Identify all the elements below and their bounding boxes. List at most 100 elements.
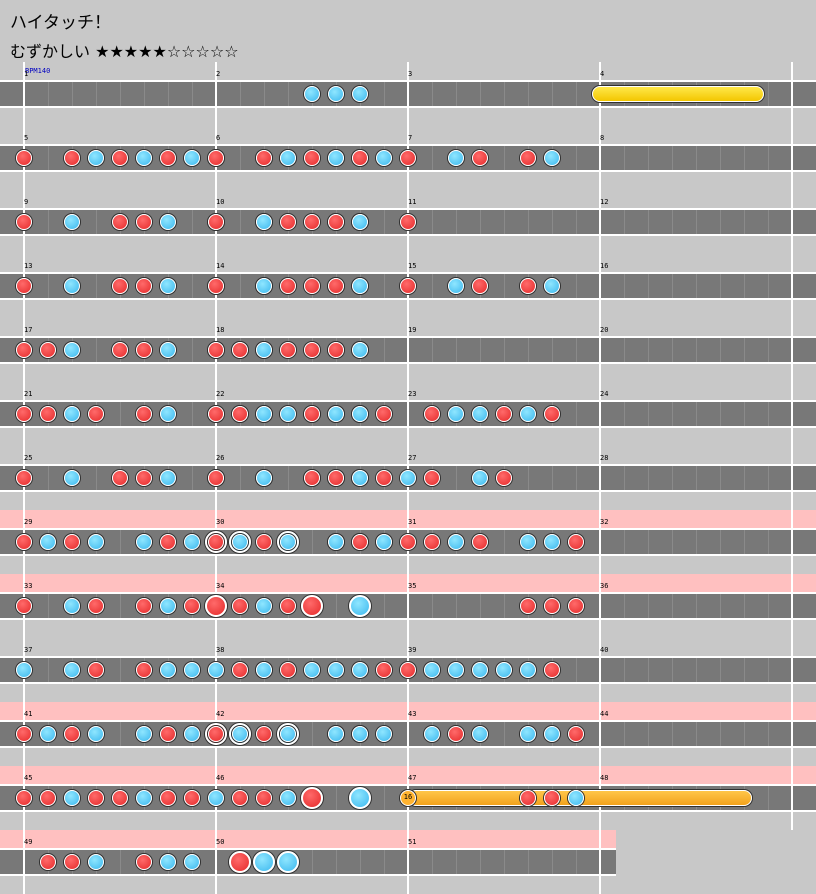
beat-line	[768, 338, 769, 362]
ka-note	[136, 150, 152, 166]
beat-line	[672, 530, 673, 554]
big-don-note	[229, 851, 251, 873]
ka-note	[280, 726, 296, 742]
ka-note	[136, 790, 152, 806]
beat-line	[720, 146, 721, 170]
don-note	[424, 470, 440, 486]
beat-line	[720, 530, 721, 554]
beat-line	[120, 402, 121, 426]
ka-note	[136, 726, 152, 742]
don-note	[256, 726, 272, 742]
ka-note	[64, 342, 80, 358]
ka-note	[208, 662, 224, 678]
measure-number: 41	[24, 710, 33, 718]
beat-line	[624, 594, 625, 618]
ka-note	[304, 662, 320, 678]
don-note	[544, 406, 560, 422]
beat-line	[696, 466, 697, 490]
measure-number: 12	[600, 198, 609, 206]
don-note	[256, 534, 272, 550]
beat-line	[528, 210, 529, 234]
don-note	[544, 790, 560, 806]
big-ka-note	[349, 595, 371, 617]
don-note	[304, 150, 320, 166]
beat-line	[528, 850, 529, 874]
beat-line	[672, 466, 673, 490]
don-note	[112, 214, 128, 230]
measure-number: 22	[216, 390, 225, 398]
ka-note	[184, 534, 200, 550]
beat-line	[504, 146, 505, 170]
beat-line	[48, 466, 49, 490]
beat-line	[720, 722, 721, 746]
don-note	[208, 406, 224, 422]
chart-row: 25 26 27 28	[0, 446, 816, 510]
don-note	[472, 278, 488, 294]
don-note	[568, 534, 584, 550]
beat-line	[624, 274, 625, 298]
don-note	[280, 662, 296, 678]
ka-note	[64, 790, 80, 806]
beat-line	[648, 210, 649, 234]
don-note	[376, 470, 392, 486]
ka-note	[88, 726, 104, 742]
beat-line	[96, 274, 97, 298]
beat-line	[528, 82, 529, 106]
beat-line	[240, 146, 241, 170]
ka-note	[376, 726, 392, 742]
beat-line	[744, 466, 745, 490]
beat-line	[552, 466, 553, 490]
measure-number: 44	[600, 710, 609, 718]
beat-line	[696, 530, 697, 554]
chart-row: 5 6 7 8	[0, 126, 816, 190]
don-note	[568, 598, 584, 614]
don-note	[112, 790, 128, 806]
measure-number: 5	[24, 134, 29, 142]
beat-line	[720, 658, 721, 682]
beat-line	[744, 146, 745, 170]
beat-line	[336, 850, 337, 874]
beat-line	[192, 274, 193, 298]
beat-line	[120, 82, 121, 106]
beat-line	[624, 338, 625, 362]
don-note	[328, 278, 344, 294]
beat-line	[624, 466, 625, 490]
beat-line	[768, 530, 769, 554]
beat-line	[720, 210, 721, 234]
ka-note	[544, 150, 560, 166]
don-note	[232, 598, 248, 614]
ka-note	[328, 150, 344, 166]
beat-line	[456, 82, 457, 106]
ka-note	[88, 854, 104, 870]
don-note	[136, 214, 152, 230]
beat-line	[432, 274, 433, 298]
measure-number: 47	[408, 774, 417, 782]
beat-line	[672, 594, 673, 618]
measure-number: 15	[408, 262, 417, 270]
chart-row: 49 50 51	[0, 830, 616, 894]
measure-number: 36	[600, 582, 609, 590]
measure-number: 11	[408, 198, 417, 206]
don-note	[16, 598, 32, 614]
don-note	[40, 790, 56, 806]
beat-line	[240, 82, 241, 106]
ka-note	[352, 406, 368, 422]
beat-line	[672, 402, 673, 426]
beat-line	[576, 210, 577, 234]
measure-number: 16	[600, 262, 609, 270]
ka-note	[184, 662, 200, 678]
don-note	[40, 342, 56, 358]
don-note	[376, 662, 392, 678]
difficulty-label: むずかしい	[10, 42, 91, 61]
beat-line	[768, 402, 769, 426]
don-note	[448, 726, 464, 742]
ka-note	[232, 726, 248, 742]
beat-line	[720, 338, 721, 362]
big-don-note	[301, 787, 323, 809]
measure-number: 42	[216, 710, 225, 718]
beat-line	[672, 722, 673, 746]
beat-line	[96, 210, 97, 234]
don-note	[304, 214, 320, 230]
measure-number: 45	[24, 774, 33, 782]
measure-number: 21	[24, 390, 33, 398]
